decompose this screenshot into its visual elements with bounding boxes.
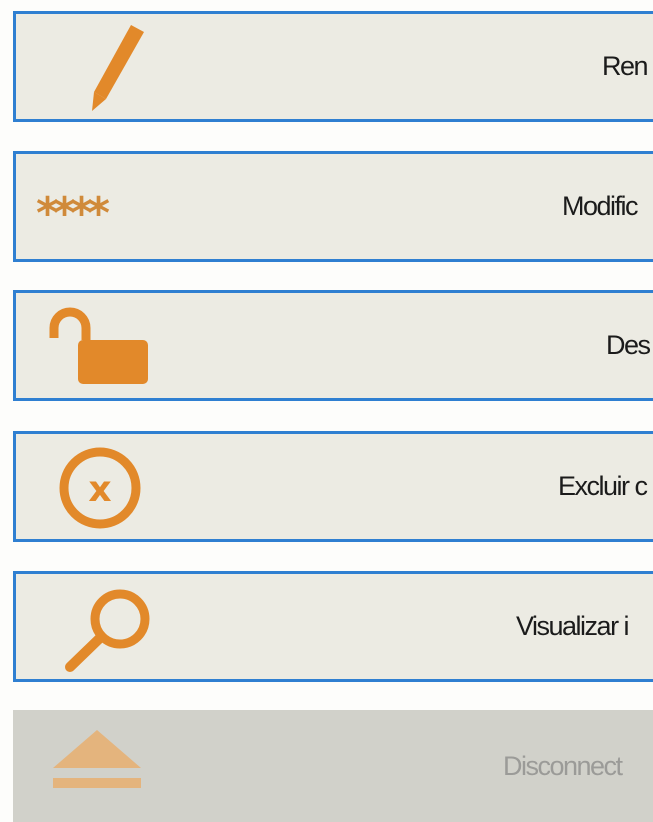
rename-label: Ren [602, 51, 649, 81]
pencil-icon [36, 14, 176, 119]
actions-panel: Ren **** Modific Des x Excluir c Visuali… [0, 0, 653, 822]
circle-x-icon: x [36, 434, 176, 539]
rename-button[interactable]: Ren [13, 11, 653, 122]
modify-label: Modific [562, 191, 639, 221]
disconnect-label: Disconnect [503, 750, 623, 781]
magnifier-icon [36, 574, 176, 679]
unlock-label: Des [606, 330, 651, 360]
asterisks-icon: **** [36, 154, 176, 259]
delete-button[interactable]: x Excluir c [13, 431, 653, 542]
modify-password-button[interactable]: **** Modific [13, 151, 653, 262]
unlock-icon [36, 293, 176, 398]
password-mask: **** [36, 187, 110, 239]
disconnect-button: Disconnect [13, 710, 653, 822]
svg-text:x: x [88, 469, 111, 510]
eject-icon [33, 710, 173, 822]
delete-label: Excluir c [558, 471, 648, 501]
unlock-button[interactable]: Des [13, 290, 653, 401]
view-label: Visualizar i [516, 611, 630, 641]
view-button[interactable]: Visualizar i [13, 571, 653, 682]
